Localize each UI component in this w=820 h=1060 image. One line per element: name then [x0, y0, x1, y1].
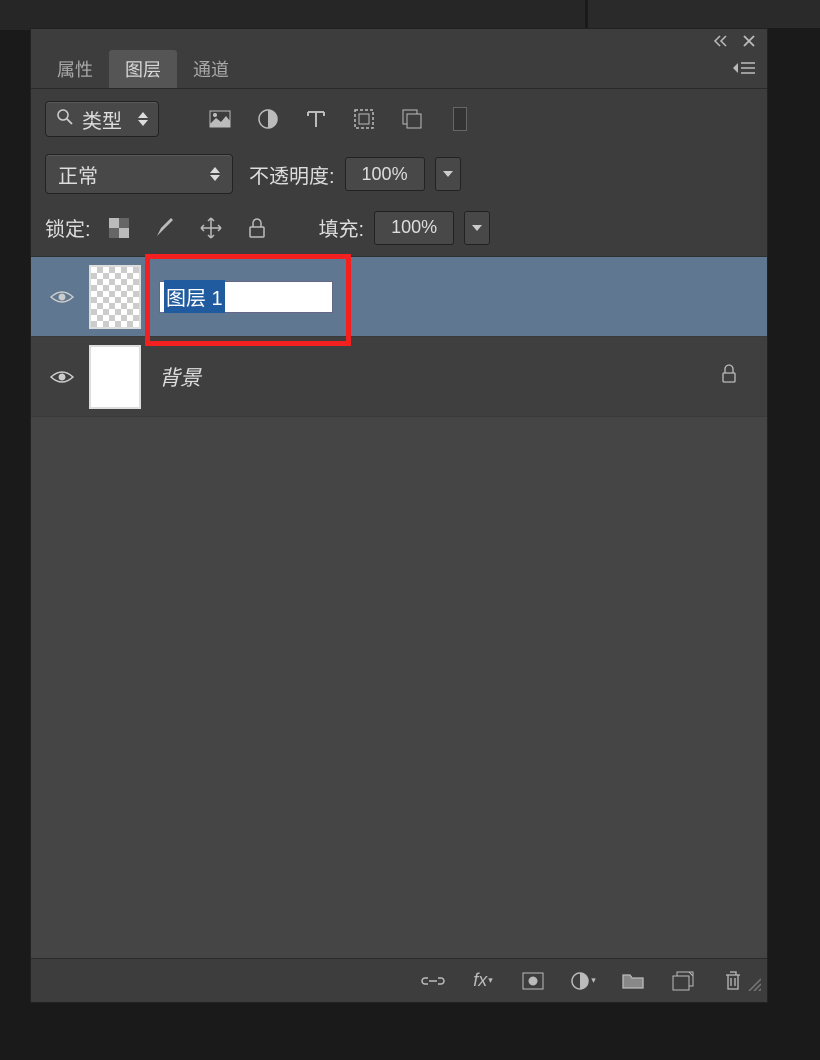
lock-icons-group: [105, 214, 271, 242]
layer-name-wrap: 背景: [159, 362, 721, 392]
close-panel-icon[interactable]: [739, 32, 759, 50]
filter-toggle-switch[interactable]: [453, 107, 467, 131]
blend-row: 正常 不透明度: 100%: [31, 145, 767, 203]
new-layer-icon[interactable]: [669, 967, 697, 995]
tab-properties[interactable]: 属性: [41, 50, 109, 88]
tab-channels[interactable]: 通道: [177, 50, 245, 88]
filter-smartobject-icon[interactable]: [399, 106, 425, 132]
adjustment-layer-icon[interactable]: ▾: [569, 967, 597, 995]
lock-row: 锁定: 填充: 100%: [31, 203, 767, 257]
lock-position-icon[interactable]: [197, 214, 225, 242]
layer-name-wrap: 图层 1: [159, 281, 757, 313]
filter-row: 类型: [31, 89, 767, 145]
visibility-toggle-icon[interactable]: [45, 369, 79, 385]
panel-tabs: 属性 图层 通道: [31, 53, 767, 89]
fill-dropdown-icon[interactable]: [464, 211, 490, 245]
layers-panel: 属性 图层 通道 类型: [30, 28, 768, 1003]
opacity-value[interactable]: 100%: [345, 157, 425, 191]
layer-name-label[interactable]: 背景: [159, 362, 201, 392]
layer-mask-icon[interactable]: [519, 967, 547, 995]
layer-row[interactable]: 背景: [31, 337, 767, 417]
layer-name-selected-text: 图层 1: [164, 280, 225, 313]
lock-all-icon[interactable]: [243, 214, 271, 242]
updown-arrows-icon: [138, 112, 148, 126]
fill-value[interactable]: 100%: [374, 211, 454, 245]
search-icon: [56, 108, 74, 131]
delete-layer-icon[interactable]: [719, 967, 747, 995]
layer-locked-icon[interactable]: [721, 364, 737, 389]
updown-arrows-icon: [210, 167, 220, 181]
panel-menu-icon[interactable]: [733, 61, 755, 80]
opacity-label: 不透明度:: [249, 160, 335, 189]
layers-bottom-bar: fx▾ ▾: [31, 958, 767, 1002]
fill-label: 填充:: [319, 213, 365, 242]
canvas-right-strip: [588, 0, 820, 28]
filter-type-icons: [207, 106, 425, 132]
visibility-toggle-icon[interactable]: [45, 289, 79, 305]
resize-grip-icon[interactable]: [747, 977, 761, 996]
filter-type-icon[interactable]: [303, 106, 329, 132]
lock-label: 锁定:: [45, 213, 91, 242]
layer-row[interactable]: 图层 1: [31, 257, 767, 337]
lock-brush-icon[interactable]: [151, 214, 179, 242]
filter-shape-icon[interactable]: [351, 106, 377, 132]
canvas-background: [0, 0, 585, 30]
filter-pixel-icon[interactable]: [207, 106, 233, 132]
layer-thumbnail[interactable]: [89, 265, 141, 329]
blend-mode-dropdown[interactable]: 正常: [45, 154, 233, 194]
layer-effects-icon[interactable]: fx▾: [469, 967, 497, 995]
new-group-icon[interactable]: [619, 967, 647, 995]
tab-layers[interactable]: 图层: [109, 50, 177, 88]
filter-adjustment-icon[interactable]: [255, 106, 281, 132]
layers-list: 图层 1 背景: [31, 257, 767, 958]
layer-thumbnail[interactable]: [89, 345, 141, 409]
layer-filter-dropdown[interactable]: 类型: [45, 101, 159, 137]
filter-label: 类型: [82, 105, 126, 134]
opacity-dropdown-icon[interactable]: [435, 157, 461, 191]
link-layers-icon[interactable]: [419, 967, 447, 995]
blend-mode-label: 正常: [58, 160, 98, 189]
lock-transparent-icon[interactable]: [105, 214, 133, 242]
collapse-panel-icon[interactable]: [711, 32, 731, 50]
layer-name-edit-input[interactable]: 图层 1: [159, 281, 333, 313]
